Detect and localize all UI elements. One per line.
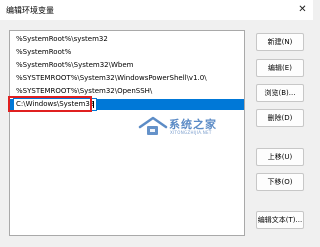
- delete-button[interactable]: 删除(D): [256, 109, 304, 127]
- list-item-path-4[interactable]: %SYSTEMROOT%\System32\WindowsPowerShell\…: [10, 73, 244, 84]
- highlight-frame: [8, 96, 92, 112]
- watermark: 系统之家 XITONGZHIJIA.NET: [138, 115, 258, 137]
- watermark-logo-icon: [138, 116, 168, 135]
- browse-button[interactable]: 浏览(B)...: [256, 84, 304, 102]
- move-down-button[interactable]: 下移(O): [256, 173, 304, 191]
- list-item-path-2[interactable]: %SystemRoot%: [10, 47, 244, 58]
- title-bar: 编辑环境变量 ✕: [0, 0, 313, 20]
- list-item-path-3[interactable]: %SystemRoot%\System32\Wbem: [10, 60, 244, 71]
- new-button[interactable]: 新建(N): [256, 33, 304, 51]
- text-caret: [93, 101, 94, 108]
- close-icon[interactable]: ✕: [295, 2, 310, 17]
- window-title: 编辑环境变量: [6, 6, 54, 15]
- edit-text-button[interactable]: 编辑文本(T)...: [256, 211, 304, 229]
- edit-button[interactable]: 编辑(E): [256, 59, 304, 77]
- list-item-path-1[interactable]: %SystemRoot%\system32: [10, 34, 244, 45]
- move-up-button[interactable]: 上移(U): [256, 148, 304, 166]
- watermark-url: XITONGZHIJIA.NET: [170, 130, 212, 135]
